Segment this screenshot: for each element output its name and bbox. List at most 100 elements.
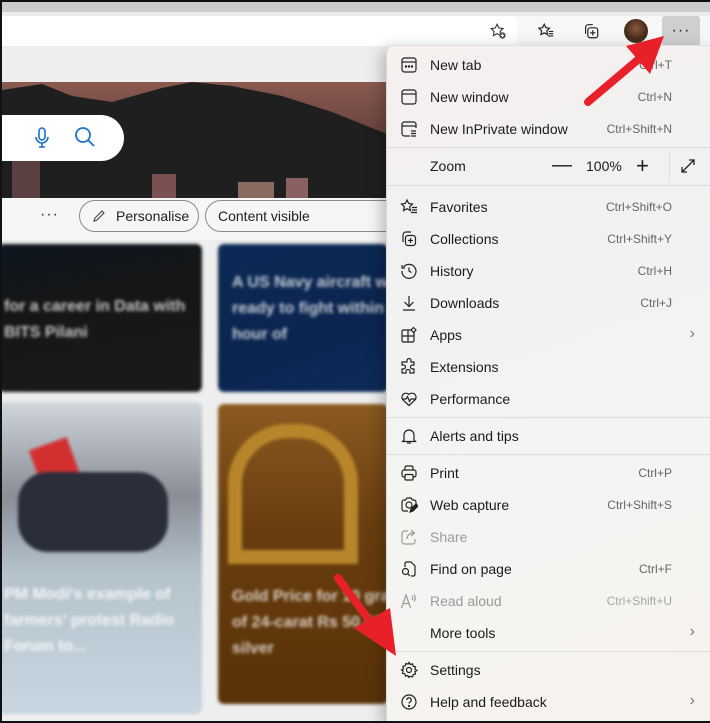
menu-item-label: Downloads (430, 295, 500, 311)
web-capture-icon (400, 496, 418, 514)
content-visible-button[interactable]: Content visible (205, 200, 405, 232)
print-icon (400, 464, 418, 482)
add-favorite-icon[interactable] (483, 16, 513, 46)
menu-item-read-aloud: Read aloud Ctrl+Shift+U (387, 585, 710, 617)
content-visible-label: Content visible (218, 208, 310, 224)
menu-item-label: Alerts and tips (430, 428, 519, 444)
menu-item-share: Share (387, 521, 710, 553)
news-card[interactable]: for a career in Data with BITS Pilani (2, 244, 202, 392)
menu-item-new-inprivate-window[interactable]: New InPrivate window Ctrl+Shift+N (387, 113, 710, 145)
microphone-icon[interactable] (34, 127, 50, 154)
address-bar[interactable] (2, 16, 517, 46)
menu-item-label: Help and feedback (430, 694, 547, 710)
history-icon (400, 262, 418, 280)
menu-separator (387, 147, 710, 148)
collections-icon (400, 230, 418, 248)
search-box[interactable] (2, 115, 124, 161)
menu-item-extensions[interactable]: Extensions (387, 351, 710, 383)
news-card-title: for a career in Data with BITS Pilani (4, 298, 186, 341)
collections-icon[interactable] (576, 16, 606, 46)
menu-item-alerts-and-tips[interactable]: Alerts and tips (387, 420, 710, 452)
search-icon[interactable] (74, 126, 96, 153)
news-card[interactable]: PM Modi's example of farmers' protest Ra… (2, 402, 202, 714)
menu-item-new-window[interactable]: New window Ctrl+N (387, 81, 710, 113)
feed-more-button[interactable]: ··· (40, 206, 59, 224)
menu-item-label: Apps (430, 327, 462, 343)
menu-item-label: Share (430, 529, 468, 545)
bell-icon (400, 427, 418, 445)
menu-item-label: Performance (430, 391, 511, 407)
zoom-level: 100% (586, 158, 622, 174)
menu-item-label: Read aloud (430, 593, 502, 609)
menu-item-label: Print (430, 465, 459, 481)
menu-item-web-capture[interactable]: Web capture Ctrl+Shift+S (387, 489, 710, 521)
menu-item-more-tools[interactable]: More tools › (387, 617, 710, 649)
menu-item-shortcut: Ctrl+T (639, 58, 672, 72)
menu-item-shortcut: Ctrl+F (639, 562, 672, 576)
menu-item-new-tab[interactable]: New tab Ctrl+T (387, 49, 710, 81)
new-window-icon (400, 88, 418, 106)
menu-item-label: Extensions (430, 359, 499, 375)
menu-item-label: Favorites (430, 199, 488, 215)
menu-item-label: Collections (430, 231, 499, 247)
menu-item-shortcut: Ctrl+Shift+Y (607, 232, 672, 246)
menu-item-shortcut: Ctrl+Shift+S (607, 498, 672, 512)
menu-item-label: New window (430, 89, 509, 105)
menu-item-label: More tools (430, 625, 496, 641)
menu-item-history[interactable]: History Ctrl+H (387, 255, 710, 287)
menu-item-shortcut: Ctrl+P (638, 466, 672, 480)
menu-item-find-on-page[interactable]: Find on page Ctrl+F (387, 553, 710, 585)
menu-item-shortcut: Ctrl+Shift+U (606, 594, 672, 608)
zoom-out-button[interactable]: — (552, 154, 572, 177)
favorites-icon (400, 198, 418, 216)
menu-separator (387, 454, 710, 455)
chevron-right-icon: › (689, 692, 695, 709)
inprivate-icon (400, 120, 418, 138)
menu-item-shortcut: Ctrl+J (640, 296, 672, 310)
menu-item-label: Web capture (430, 497, 510, 513)
extensions-icon (400, 358, 418, 376)
menu-item-label: New tab (430, 57, 482, 73)
news-card-title: A US Navy aircraft was ready to fight wi… (232, 274, 388, 343)
menu-item-shortcut: Ctrl+Shift+O (605, 200, 672, 214)
news-card[interactable]: A US Navy aircraft was ready to fight wi… (218, 244, 388, 392)
personalise-button[interactable]: Personalise (79, 200, 199, 232)
menu-item-favorites[interactable]: Favorites Ctrl+Shift+O (387, 191, 710, 223)
settings-and-more-menu: New tab Ctrl+T New window Ctrl+N New InP… (386, 45, 710, 723)
menu-item-label: Find on page (430, 561, 512, 577)
menu-item-downloads[interactable]: Downloads Ctrl+J (387, 287, 710, 319)
fullscreen-icon[interactable] (679, 157, 697, 175)
new-tab-icon (400, 56, 418, 74)
menu-item-performance[interactable]: Performance (387, 383, 710, 415)
profile-avatar[interactable] (624, 19, 648, 43)
gear-icon (400, 661, 418, 679)
read-aloud-icon (400, 592, 418, 610)
menu-item-label: Settings (430, 662, 481, 678)
menu-item-help-and-feedback[interactable]: Help and feedback › (387, 686, 710, 718)
menu-item-settings[interactable]: Settings (387, 654, 710, 686)
menu-item-label: History (430, 263, 474, 279)
favorites-icon[interactable] (531, 16, 561, 46)
zoom-label: Zoom (430, 158, 466, 174)
find-icon (400, 560, 418, 578)
pencil-icon (92, 209, 106, 223)
more-dots-icon: ··· (671, 22, 691, 39)
menu-item-print[interactable]: Print Ctrl+P (387, 457, 710, 489)
title-bar (0, 0, 710, 12)
menu-item-collections[interactable]: Collections Ctrl+Shift+Y (387, 223, 710, 255)
settings-and-more-button[interactable]: ··· (662, 16, 700, 46)
menu-item-shortcut: Ctrl+Shift+N (606, 122, 672, 136)
zoom-in-button[interactable]: + (636, 153, 649, 179)
menu-item-shortcut: Ctrl+N (637, 90, 672, 104)
news-card-title: PM Modi's example of farmers' protest Ra… (4, 586, 175, 655)
menu-separator (387, 417, 710, 418)
menu-item-apps[interactable]: Apps › (387, 319, 710, 351)
personalise-label: Personalise (116, 208, 190, 224)
performance-icon (400, 390, 418, 408)
menu-item-shortcut: Ctrl+H (637, 264, 672, 278)
zoom-divider (669, 152, 670, 182)
news-card[interactable]: Gold Price for 10 grams of 24-carat Rs 5… (218, 404, 388, 704)
news-card-title: Gold Price for 10 grams of 24-carat Rs 5… (232, 588, 388, 657)
chevron-right-icon: › (689, 325, 695, 342)
downloads-icon (400, 294, 418, 312)
